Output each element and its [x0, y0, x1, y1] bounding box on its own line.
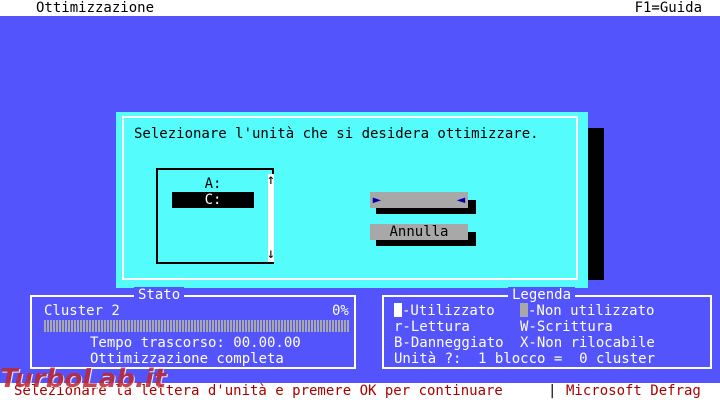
- scroll-up-arrow-icon[interactable]: ↑: [263, 172, 279, 188]
- drive-item-c[interactable]: C:: [172, 192, 254, 208]
- drive-select-dialog: Selezionare l'unità che si desidera otti…: [116, 112, 588, 288]
- legend-read: r-Lettura: [394, 319, 470, 335]
- ok-button[interactable]: ► OK ◄: [370, 192, 468, 240]
- cluster-label: Cluster 2: [44, 303, 120, 319]
- unused-block-icon: [520, 303, 528, 317]
- dialog-prompt: Selezionare l'unità che si desidera otti…: [134, 126, 539, 142]
- elapsed-time: Tempo trascorso: 00.00.00: [90, 335, 301, 351]
- pointer-left-icon: ◄: [456, 192, 466, 208]
- drive-item-a[interactable]: A:: [172, 176, 254, 192]
- status-app-name: Microsoft Defrag: [566, 383, 701, 399]
- scroll-down-arrow-icon[interactable]: ↓: [263, 246, 279, 262]
- legend-used: -Utilizzato: [394, 303, 495, 319]
- legend-unused-label: -Non utilizzato: [528, 303, 655, 319]
- legend-write: W-Scrittura: [520, 319, 613, 335]
- status-panel-title: Stato: [134, 287, 185, 303]
- status-separator: |: [548, 383, 557, 399]
- app-title: Ottimizzazione: [36, 0, 155, 16]
- title-bar: Ottimizzazione F1=Guida: [0, 0, 720, 16]
- used-block-icon: [394, 303, 402, 317]
- progress-bar: [44, 320, 350, 332]
- legend-title: Legenda: [508, 287, 576, 303]
- legend-bad: B-Danneggiato: [394, 335, 504, 351]
- drive-list[interactable]: A: C: ↑ ↓: [156, 168, 275, 264]
- legend-drive: Unità ?:: [394, 351, 462, 367]
- progress-percent: 0%: [332, 303, 349, 319]
- legend-unused: -Non utilizzato: [520, 303, 654, 319]
- pointer-right-icon: ►: [372, 192, 382, 208]
- legend-used-label: -Utilizzato: [402, 303, 495, 319]
- legend-unmovable: X-Non rilocabile: [520, 335, 655, 351]
- legend-block-size: 1 blocco = 0 cluster: [478, 351, 656, 367]
- cancel-button[interactable]: Annulla: [370, 224, 468, 240]
- help-hint[interactable]: F1=Guida: [635, 0, 702, 16]
- watermark-logo: TurboLab.it: [0, 364, 167, 394]
